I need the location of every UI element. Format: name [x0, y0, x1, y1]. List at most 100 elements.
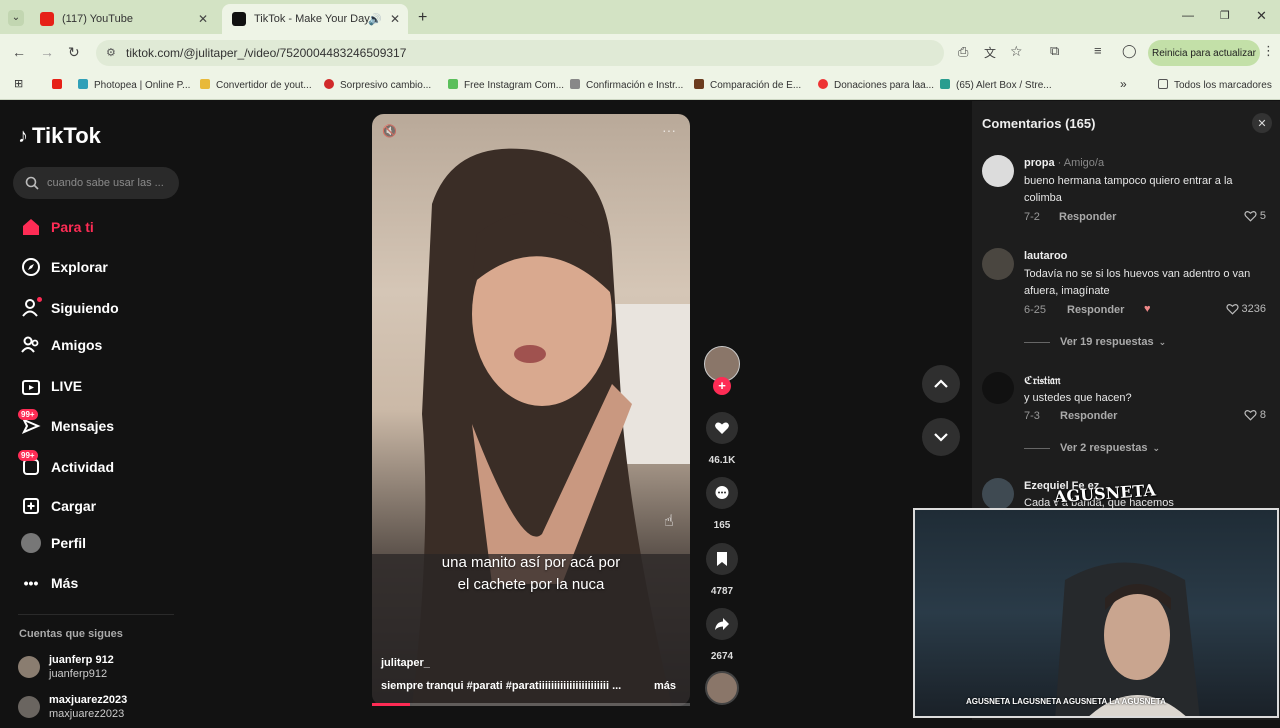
tiktok-note-icon: ♪ — [18, 124, 28, 147]
profile-icon[interactable]: ◯ — [1122, 43, 1137, 59]
video-progress-bar[interactable] — [372, 703, 690, 706]
nav-label: Amigos — [51, 337, 103, 353]
bookmark-item[interactable]: Comparación de E... — [694, 79, 801, 91]
update-button[interactable]: Reinicia para actualizar — [1148, 40, 1260, 66]
comment-user[interactable]: lautaroo — [1024, 250, 1067, 262]
more-bookmarks-icon[interactable]: » — [1120, 77, 1127, 91]
site-info-icon[interactable]: ⚙ — [106, 46, 116, 59]
nav-upload[interactable]: Cargar — [20, 495, 96, 517]
apps-icon[interactable]: ⊞ — [14, 77, 23, 90]
video-player[interactable]: 🔇 ··· — [372, 114, 690, 706]
bookmarks-bar: ⊞ Photopea | Online P... Convertidor de … — [0, 70, 1280, 100]
friends-icon — [20, 334, 42, 356]
avatar[interactable] — [982, 478, 1014, 510]
comment-button[interactable] — [706, 477, 738, 509]
share-button[interactable] — [706, 608, 738, 640]
mute-icon[interactable]: 🔇 — [382, 124, 397, 138]
bookmark-item[interactable]: (65) Alert Box / Stre... — [940, 79, 1052, 91]
music-disc[interactable] — [705, 671, 739, 705]
avatar[interactable] — [982, 372, 1014, 404]
nav-more[interactable]: ••• Más — [20, 572, 79, 594]
tiktok-logo[interactable]: ♪ TikTok — [18, 123, 101, 149]
reload-icon[interactable]: ↻ — [68, 44, 80, 61]
nav-messages[interactable]: 99+ Mensajes — [18, 409, 114, 437]
menu-icon[interactable]: ⋮ — [1262, 43, 1275, 59]
bookmark-youtube[interactable] — [52, 79, 68, 91]
reply-button[interactable]: Responder — [1067, 304, 1124, 316]
next-video-button[interactable] — [922, 418, 960, 456]
tab-tiktok[interactable]: TikTok - Make Your Day 🔊 ✕ — [222, 4, 408, 34]
video-author[interactable]: julitaper_ — [381, 657, 430, 669]
install-icon[interactable]: ⎙ — [958, 44, 968, 60]
nav-label: Más — [51, 575, 79, 591]
save-button[interactable] — [706, 543, 738, 575]
bookmark-item[interactable]: Free Instagram Com... — [448, 79, 564, 91]
following-account[interactable]: maxjuarez2023 maxjuarez2023 — [18, 694, 178, 728]
progress-fill — [372, 703, 411, 706]
nav-for-you[interactable]: Para ti — [20, 216, 94, 238]
speaker-icon[interactable]: 🔊 — [368, 13, 382, 26]
link-icon — [570, 79, 580, 89]
heart-outline-icon — [1225, 304, 1239, 315]
avatar[interactable] — [982, 155, 1014, 187]
extensions-icon[interactable]: ⧉ — [1050, 43, 1059, 59]
bookmark-star-icon[interactable]: ☆ — [1010, 43, 1023, 60]
close-icon[interactable]: ✕ — [198, 12, 208, 26]
url-text[interactable]: tiktok.com/@julitaper_/video/75200044832… — [126, 46, 406, 60]
back-icon[interactable]: ← — [12, 44, 26, 60]
tab-title: (117) YouTube — [62, 13, 133, 25]
forward-icon[interactable]: → — [40, 44, 54, 60]
search-input[interactable]: cuando sabe usar las ... — [13, 167, 179, 199]
like-button[interactable] — [706, 412, 738, 444]
nav-live[interactable]: LIVE — [20, 375, 82, 397]
nav-activity[interactable]: 99+ Actividad — [18, 450, 115, 478]
news-icon — [324, 79, 334, 89]
comment-like[interactable]: 8 — [1244, 409, 1266, 421]
nav-label: Explorar — [51, 259, 108, 275]
nav-label: LIVE — [51, 378, 83, 394]
minimize-icon[interactable]: — — [1182, 8, 1194, 22]
view-replies-button[interactable]: Ver 19 respuestas ⌄ — [1024, 336, 1166, 348]
streamlabs-icon — [940, 79, 950, 89]
previous-video-button[interactable] — [922, 365, 960, 403]
bookmark-item[interactable]: Donaciones para laa... — [818, 79, 934, 91]
nav-explore[interactable]: Explorar — [20, 256, 108, 278]
nav-label: Actividad — [51, 459, 115, 475]
social-handles: AGUSNETA LAGUSNETA AGUSNETA LA AGUSNETA — [966, 697, 1166, 706]
comment-like[interactable]: 3236 — [1225, 303, 1266, 315]
bookmark-item[interactable]: Convertidor de yout... — [200, 79, 312, 91]
reply-button[interactable]: Responder — [1059, 211, 1116, 223]
bookmark-label: Sorpresivo cambio... — [340, 80, 432, 91]
share-count: 2674 — [710, 651, 734, 662]
nav-friends[interactable]: Amigos — [20, 334, 102, 356]
all-bookmarks[interactable]: Todos los marcadores — [1158, 79, 1272, 91]
tab-search-icon[interactable]: ⌄ — [8, 10, 24, 26]
reply-button[interactable]: Responder — [1060, 410, 1117, 422]
translate-icon[interactable]: 文 — [984, 44, 996, 61]
options-icon[interactable]: ··· — [662, 122, 676, 138]
bookmark-label: Comparación de E... — [710, 80, 802, 91]
restore-icon[interactable]: ❐ — [1220, 9, 1230, 22]
messages-icon: 99+ — [18, 409, 42, 437]
view-replies-button[interactable]: Ver 2 respuestas ⌄ — [1024, 442, 1160, 454]
nav-profile[interactable]: Perfil — [20, 532, 86, 554]
bookmark-item[interactable]: Confirmación e Instr... — [570, 79, 683, 91]
bookmark-item[interactable]: Sorpresivo cambio... — [324, 79, 431, 91]
avatar[interactable] — [982, 248, 1014, 280]
comment-like[interactable]: 5 — [1244, 210, 1266, 222]
comment-user[interactable]: propa · Amigo/a — [1024, 157, 1104, 169]
close-comments-button[interactable]: ✕ — [1252, 113, 1272, 133]
media-control-icon[interactable]: ≡ — [1094, 43, 1102, 58]
comment-user[interactable]: ℭ𝔯𝔦𝔰𝔱𝔦𝔞𝔫 — [1024, 374, 1060, 388]
caption-more-button[interactable]: más — [654, 680, 676, 692]
nav-following[interactable]: Siguiendo — [20, 297, 119, 319]
follow-plus-icon[interactable]: + — [713, 377, 731, 395]
new-tab-icon[interactable]: + — [418, 9, 427, 27]
tab-youtube[interactable]: (117) YouTube ✕ — [30, 4, 216, 34]
subtitle-line: una manito así por acá por — [441, 554, 621, 571]
close-icon[interactable]: ✕ — [390, 12, 400, 26]
following-account[interactable]: juanferp 912 juanferp912 — [18, 654, 178, 688]
window-close-icon[interactable]: ✕ — [1256, 8, 1267, 24]
replies-label: Ver 19 respuestas — [1060, 336, 1154, 348]
bookmark-item[interactable]: Photopea | Online P... — [78, 79, 190, 91]
